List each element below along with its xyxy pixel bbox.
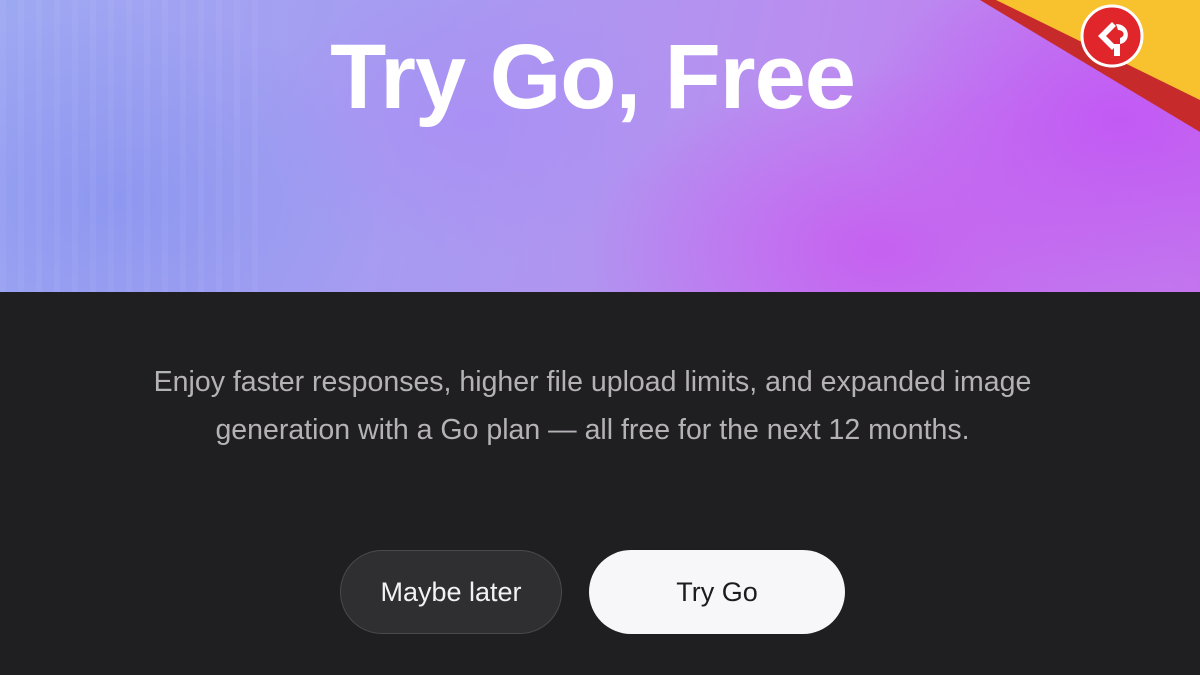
try-go-label: Try Go (676, 576, 758, 607)
corner-badge (980, 0, 1200, 132)
promo-description: Enjoy faster responses, higher file uplo… (153, 366, 1032, 446)
try-go-button[interactable]: Try Go (589, 550, 845, 634)
brand-logo-icon (1080, 4, 1144, 68)
maybe-later-label: Maybe later (380, 576, 522, 607)
maybe-later-button[interactable]: Maybe later (340, 550, 562, 634)
